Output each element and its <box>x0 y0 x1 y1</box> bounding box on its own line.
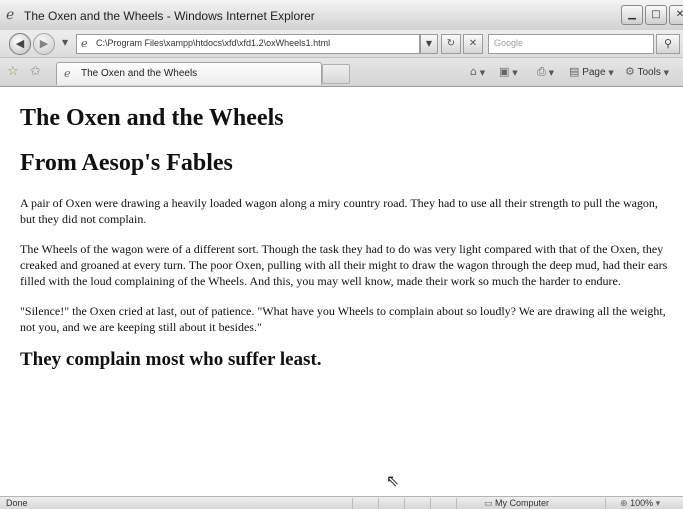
page-menu-icon: ▤ <box>569 65 580 78</box>
tab-page-icon: ℯ <box>64 67 71 80</box>
mouse-cursor-icon: ⇖ <box>386 471 400 490</box>
zoom-icon: ⊕ <box>620 499 628 509</box>
page-icon: ℯ <box>81 37 88 50</box>
print-icon: ⎙ <box>537 65 546 78</box>
tools-menu-button[interactable]: ⚙ Tools ▼ <box>625 65 669 78</box>
minimize-button[interactable]: ▁ <box>621 5 643 25</box>
back-button[interactable]: ◀ <box>9 33 31 55</box>
tools-gear-icon: ⚙ <box>625 65 635 78</box>
search-button[interactable]: ⚲ <box>656 34 680 54</box>
search-placeholder: Google <box>494 38 524 48</box>
status-divider <box>352 498 353 509</box>
browser-window: ℯ The Oxen and the Wheels - Windows Inte… <box>0 0 683 509</box>
home-icon: ⌂ <box>470 65 477 78</box>
zoom-dropdown-icon: ▾ <box>655 499 661 509</box>
address-url[interactable]: C:\Program Files\xampp\htdocs\xfd\xfd1.2… <box>96 38 330 48</box>
title-bar: ℯ The Oxen and the Wheels - Windows Inte… <box>0 0 683 31</box>
feeds-button[interactable]: ▣ ▼ <box>499 65 518 78</box>
window-controls: ▁ □ ✕ <box>621 5 683 25</box>
search-box[interactable]: Google <box>488 34 654 54</box>
paragraph-3: "Silence!" the Oxen cried at last, out o… <box>20 304 666 334</box>
zoom-level: 100% <box>630 498 654 508</box>
feeds-icon: ▣ <box>499 65 510 78</box>
tools-menu-label: Tools <box>637 67 661 78</box>
paragraph-2: The Wheels of the wagon were of a differ… <box>20 242 668 288</box>
tools-dropdown-icon: ▼ <box>663 69 670 77</box>
tab-bar: ☆ ✩ ℯ The Oxen and the Wheels ⌂ ▼ ▣ ▼ ⎙ … <box>0 58 683 87</box>
add-favorites-icon[interactable]: ✩ <box>30 64 41 79</box>
status-divider <box>404 498 405 509</box>
navigation-bar: ◀ ▶ ▼ ℯ C:\Program Files\xampp\htdocs\xf… <box>0 30 683 58</box>
home-button[interactable]: ⌂ ▼ <box>470 65 485 78</box>
history-dropdown-icon[interactable]: ▼ <box>62 38 68 47</box>
page-menu-label: Page <box>582 67 606 78</box>
status-divider <box>456 498 457 509</box>
page-content: The Oxen and the Wheels From Aesop's Fab… <box>0 87 683 496</box>
new-tab-button[interactable] <box>322 64 350 84</box>
address-bar[interactable]: ℯ C:\Program Files\xampp\htdocs\xfd\xfd1… <box>76 34 420 54</box>
paragraph-1: A pair of Oxen were drawing a heavily lo… <box>20 196 658 226</box>
home-dropdown-icon: ▼ <box>479 69 486 77</box>
computer-icon: ▭ <box>484 499 493 509</box>
page-subheading: From Aesop's Fables <box>20 150 233 176</box>
status-bar: Done ▭ My Computer ⊕ 100% ▾ <box>0 496 683 509</box>
status-text: Done <box>6 498 28 508</box>
close-button[interactable]: ✕ <box>669 5 683 25</box>
window-title: The Oxen and the Wheels - Windows Intern… <box>24 9 315 23</box>
address-dropdown-button[interactable]: ▼ <box>420 34 438 54</box>
page-menu-button[interactable]: ▤ Page ▼ <box>569 65 614 78</box>
forward-button[interactable]: ▶ <box>33 33 55 55</box>
maximize-button[interactable]: □ <box>645 5 667 25</box>
tab-label[interactable]: The Oxen and the Wheels <box>81 68 197 79</box>
page-heading: The Oxen and the Wheels <box>20 105 284 131</box>
ie-logo-icon: ℯ <box>6 7 15 23</box>
status-divider <box>378 498 379 509</box>
refresh-button[interactable]: ↻ <box>441 34 461 54</box>
document-body: The Oxen and the Wheels From Aesop's Fab… <box>20 103 670 372</box>
moral-heading: They complain most who suffer least. <box>20 349 322 370</box>
print-dropdown-icon: ▼ <box>548 69 554 77</box>
security-zone[interactable]: ▭ My Computer <box>484 498 549 509</box>
status-divider <box>430 498 431 509</box>
print-button[interactable]: ⎙ ▼ <box>537 65 554 79</box>
zoom-control[interactable]: ⊕ 100% ▾ <box>620 498 660 509</box>
status-divider <box>605 498 606 509</box>
page-dropdown-icon: ▼ <box>608 69 614 77</box>
zone-label: My Computer <box>495 498 550 508</box>
favorites-star-icon[interactable]: ☆ <box>7 64 19 79</box>
tab-active[interactable]: ℯ The Oxen and the Wheels <box>56 62 322 85</box>
feeds-dropdown-icon: ▼ <box>512 69 518 77</box>
stop-button[interactable]: ✕ <box>463 34 483 54</box>
